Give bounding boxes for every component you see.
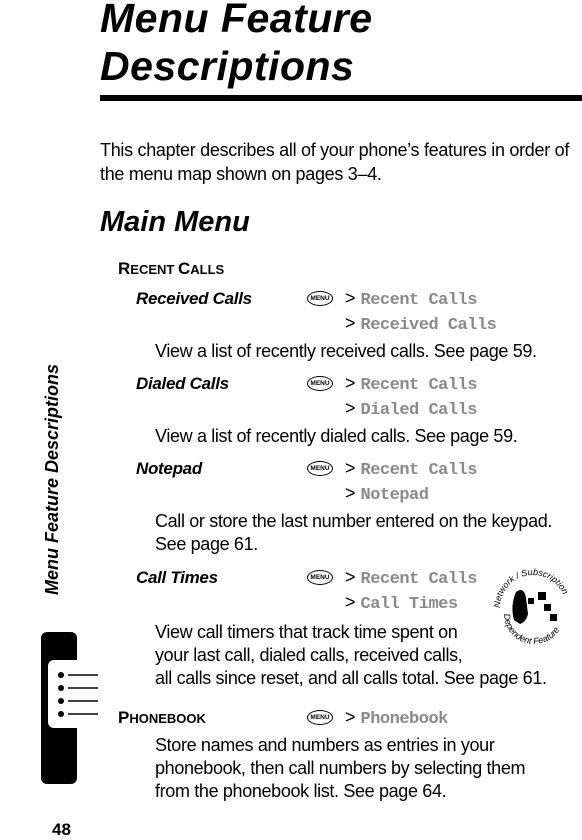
separator: > [345,483,356,503]
path-item: Recent Calls [360,461,478,480]
description-line: your last call, dialed calls, received c… [155,645,463,665]
menu-key-icon: MENU [307,710,333,725]
separator: > [345,592,356,612]
separator: > [345,398,356,418]
chapter-title: Menu Feature Descriptions [100,0,373,90]
path-item: Phonebook [360,710,449,729]
page-number: 48 [52,820,71,839]
path-item: Notepad [360,486,429,505]
menu-path: > Recent Calls > Notepad [345,457,477,507]
network-subscription-feature-icon: Network / Subscription Dependent Feature [492,567,571,646]
menu-list-icon [48,660,98,728]
description-line: View a list of recently received calls. … [155,341,537,361]
separator: > [345,458,356,478]
heading-smallcaps: ECENT [130,262,178,277]
path-item: Call Times [360,595,459,614]
separator: > [345,373,356,393]
description-line: See page 61. [155,534,258,554]
chapter-title-line-1: Menu Feature [100,0,373,41]
path-item: Received Calls [360,316,497,335]
menu-key-icon: MENU [307,570,333,585]
feature-description: View a list of recently received calls. … [155,340,537,363]
menu-path: > Recent Calls > Dialed Calls [345,372,477,422]
description-line: View a list of recently dialed calls. Se… [155,426,518,446]
description-line: Call or store the last number entered on… [155,511,553,531]
feature-received-calls: Received Calls [136,289,252,308]
heading-letter: C [177,259,191,278]
separator: > [345,288,356,308]
description-line: from the phonebook list. See page 64. [155,781,447,801]
feature-notepad: Notepad [136,459,202,478]
description-line: phonebook, then call numbers by selectin… [155,758,526,778]
feature-dialed-calls: Dialed Calls [136,374,229,393]
menu-key-icon: MENU [307,461,333,476]
category-phonebook: PHONEBOOK [118,707,206,730]
menu-path: > Phonebook [345,706,448,731]
feature-call-times: Call Times [136,568,218,587]
title-rule [100,95,582,101]
feature-description: View a list of recently dialed calls. Se… [155,425,518,448]
heading-letter: P [118,708,130,727]
feature-description: Call or store the last number entered on… [155,510,552,556]
feature-description: Store names and numbers as entries in yo… [155,734,525,803]
description-line: Store names and numbers as entries in yo… [155,735,495,755]
menu-path: > Recent Calls > Received Calls [345,287,497,337]
category-recent-calls: RECENT CALLS [118,258,224,281]
heading-smallcaps: ALLS [190,262,225,277]
separator: > [345,313,356,333]
intro-paragraph: This chapter describes all of your phone… [100,140,570,184]
menu-key-icon: MENU [307,376,333,391]
path-item: Recent Calls [360,570,478,589]
chapter-title-line-2: Descriptions [100,43,355,89]
path-item: Recent Calls [360,291,478,310]
side-tab-title: Menu Feature Descriptions [42,363,62,595]
menu-path: > Recent Calls > Call Times [345,566,477,616]
path-item: Dialed Calls [360,401,478,420]
description-line: all calls since reset, and all calls tot… [155,668,547,688]
heading-letter: R [118,259,131,278]
menu-key-icon: MENU [307,291,333,306]
section-title: Main Menu [100,206,250,238]
path-item: Recent Calls [360,376,478,395]
separator: > [345,567,356,587]
separator: > [345,707,356,727]
heading-smallcaps: HONEBOOK [129,711,206,726]
